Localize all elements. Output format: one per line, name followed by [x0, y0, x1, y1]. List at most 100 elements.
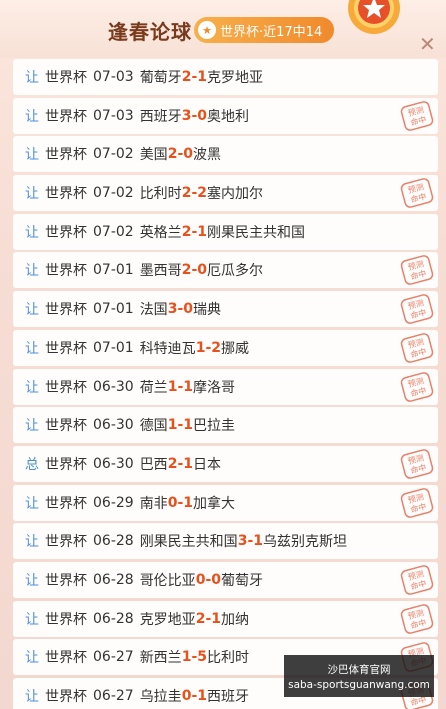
home-team: 德国: [139, 418, 168, 435]
match-tag: 让: [25, 263, 39, 280]
away-score: 1: [183, 378, 193, 395]
watermark-line2: saba-sportsguanwang.com: [288, 679, 430, 691]
away-team: 比利时: [207, 650, 249, 667]
record-badge-label: 世界杯·近17中14: [220, 24, 323, 40]
match-date: 06-30: [93, 417, 134, 434]
home-team: 比利时: [139, 186, 182, 203]
away-score: 1: [183, 417, 193, 434]
prediction-hit-stamp: 预测命中: [400, 178, 434, 208]
record-badge: ★ 世界杯·近17中14: [194, 17, 334, 43]
away-team: 瑞典: [193, 302, 221, 319]
star-icon: ★: [198, 21, 216, 39]
match-row[interactable]: 让世界杯 07-02 比利时 2 - 2 塞内加尔 预测 命中: [13, 175, 438, 212]
home-score: 2: [181, 69, 192, 85]
match-date: 06-27: [93, 688, 134, 704]
home-team: 西班牙: [139, 108, 182, 125]
match-tag: 让: [25, 534, 39, 551]
match-row[interactable]: 让世界杯 07-02 美国 2 - 0 波黑: [13, 136, 438, 173]
match-tag: 让: [25, 689, 39, 705]
match-row[interactable]: 让世界杯 06-30 德国 1 - 1 巴拉圭: [13, 407, 438, 444]
home-team: 新西兰: [139, 650, 182, 667]
home-team: 法国: [139, 302, 168, 319]
home-score: 0: [195, 571, 206, 588]
home-team: 美国: [139, 147, 168, 164]
match-row[interactable]: 让世界杯 07-01 法国 3 - 0 瑞典 预测 命中: [13, 291, 438, 328]
away-score: 1: [197, 688, 207, 704]
match-tag: 让: [25, 611, 39, 628]
match-row[interactable]: 让世界杯 06-30 荷兰 1 - 1 摩洛哥 预测 命中: [13, 368, 438, 405]
match-league: 世界杯: [45, 186, 87, 203]
home-team: 荷兰: [139, 379, 168, 396]
home-score: 2: [195, 610, 206, 627]
close-icon[interactable]: ✕: [419, 32, 436, 56]
match-row[interactable]: 让世界杯 06-28 哥伦比亚 0 - 0 葡萄牙 预测 命中: [13, 561, 438, 598]
page-title: 逢春论球: [108, 20, 192, 44]
match-date: 06-30: [93, 378, 134, 395]
match-league: 世界杯: [45, 70, 87, 86]
away-score: 1: [197, 69, 207, 85]
home-score: 2: [167, 146, 178, 163]
match-tag: 让: [25, 108, 39, 125]
away-team: 葡萄牙: [221, 572, 263, 589]
match-date: 07-01: [93, 339, 134, 356]
match-tag: 让: [25, 650, 39, 667]
match-date: 07-02: [93, 146, 134, 163]
match-row[interactable]: 让世界杯 07-02 英格兰 2 - 1 刚果民主共和国: [13, 213, 438, 250]
away-score: 0: [211, 571, 221, 588]
home-team: 葡萄牙: [139, 70, 182, 86]
home-score: 3: [167, 301, 178, 318]
prediction-hit-stamp: 预测命中: [400, 449, 434, 479]
home-team: 巴西: [139, 456, 168, 473]
match-league: 世界杯: [45, 224, 87, 241]
match-tag: 让: [25, 418, 39, 435]
match-league: 世界杯: [45, 650, 87, 667]
home-score: 3: [181, 107, 192, 124]
home-score: 2: [181, 185, 192, 202]
away-score: 2: [197, 185, 207, 202]
prediction-hit-stamp: 预测命中: [400, 332, 434, 363]
match-tag: 让: [25, 495, 39, 512]
home-score: 1: [195, 339, 206, 356]
match-date: 06-27: [93, 649, 134, 666]
match-row[interactable]: 让世界杯 07-01 科特迪瓦 1 - 2 挪威 预测 命中: [13, 329, 438, 366]
match-row[interactable]: 让世界杯 07-03 西班牙 3 - 0 奥地利 预测 命中: [13, 97, 438, 134]
away-score: 0: [197, 262, 207, 279]
match-league: 世界杯: [45, 263, 87, 280]
match-row[interactable]: 让世界杯 06-28 刚果民主共和国 3 - 1 乌兹别克斯坦: [13, 523, 438, 560]
away-score: 0: [197, 107, 207, 124]
match-row[interactable]: 让世界杯 06-29 南非 0 - 1 加拿大 预测 命中: [13, 484, 438, 521]
match-date: 06-28: [93, 571, 134, 588]
away-score: 0: [183, 301, 193, 318]
match-date: 07-02: [93, 223, 134, 240]
home-team: 克罗地亚: [139, 611, 196, 628]
match-date: 06-28: [93, 610, 134, 627]
match-league: 世界杯: [45, 456, 87, 473]
match-league: 世界杯: [45, 572, 87, 589]
match-date: 06-30: [93, 455, 134, 472]
away-team: 摩洛哥: [193, 379, 235, 396]
away-team: 加纳: [221, 611, 249, 628]
home-score: 1: [167, 417, 178, 434]
match-row[interactable]: 让世界杯 06-28 克罗地亚 2 - 1 加纳 预测 命中: [13, 600, 438, 637]
match-date: 07-02: [93, 185, 134, 202]
away-team: 挪威: [221, 340, 249, 357]
medal-icon: [348, 0, 400, 34]
home-score: 2: [167, 455, 178, 472]
away-team: 塞内加尔: [207, 186, 263, 203]
away-team: 乌兹别克斯坦: [263, 534, 347, 551]
home-score: 0: [167, 494, 178, 511]
match-date: 07-01: [93, 262, 134, 279]
match-row[interactable]: 让世界杯 07-01 墨西哥 2 - 0 厄瓜多尔 预测 命中: [13, 252, 438, 289]
home-team: 英格兰: [139, 224, 182, 241]
prediction-hit-stamp: 预测命中: [400, 294, 434, 324]
match-row[interactable]: 总世界杯 06-30 巴西 2 - 1 日本 预测 命中: [13, 445, 438, 482]
away-team: 奥地利: [207, 108, 249, 125]
away-score: 1: [183, 494, 193, 511]
match-league: 世界杯: [45, 147, 87, 164]
away-team: 克罗地亚: [207, 70, 263, 86]
match-date: 06-28: [93, 533, 134, 550]
match-row[interactable]: 让世界杯 07-03 葡萄牙 2 - 1 克罗地亚: [13, 59, 438, 95]
match-league: 世界杯: [45, 108, 87, 125]
match-date: 07-01: [93, 301, 134, 318]
match-tag: 让: [25, 70, 39, 86]
